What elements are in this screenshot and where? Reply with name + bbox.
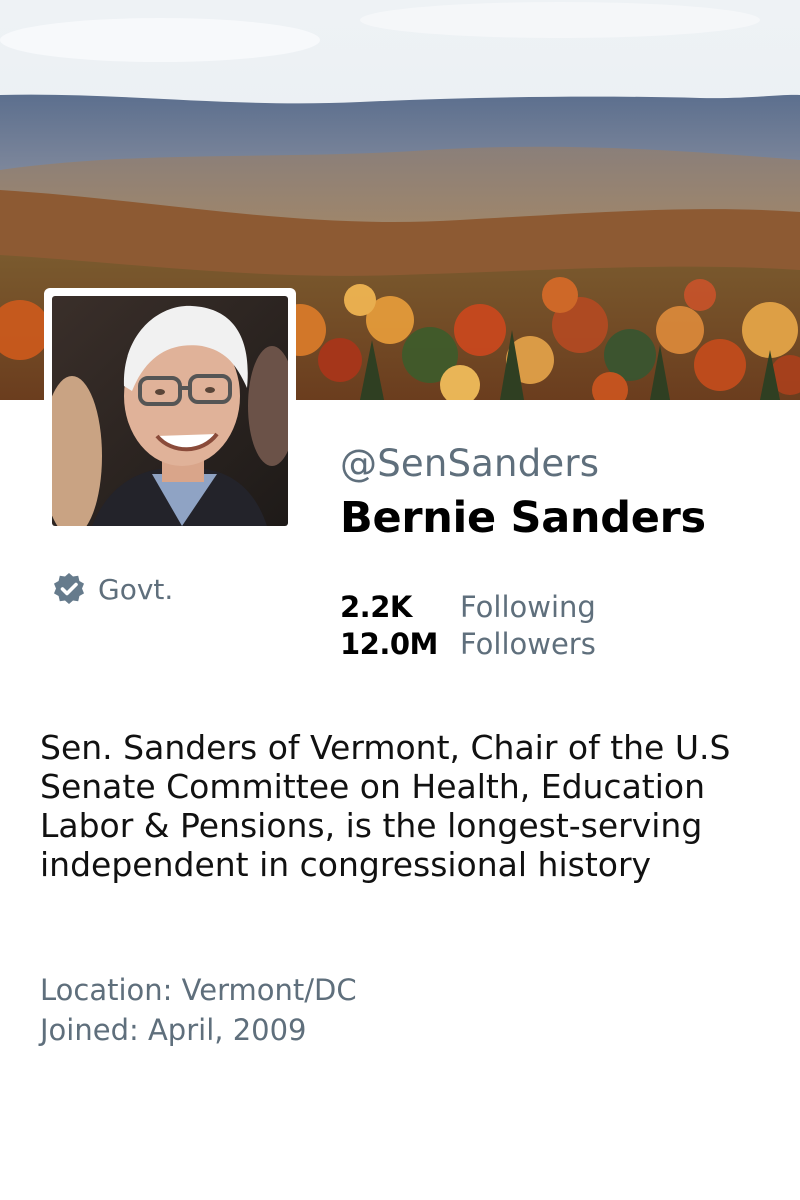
profile-photo-icon	[52, 296, 288, 526]
avatar[interactable]	[44, 288, 296, 534]
profile-name: Bernie Sanders	[340, 493, 706, 543]
badge-label: Govt.	[98, 572, 174, 606]
verified-badge-icon	[54, 573, 84, 604]
profile-meta: Location: Vermont/DC Joined: April, 2009	[40, 970, 357, 1050]
profile-bio: Sen. Sanders of Vermont, Chair of the U.…	[40, 728, 731, 884]
followers-stat[interactable]: 12.0M Followers	[340, 627, 596, 664]
profile-stats: 2.2K Following 12.0M Followers	[340, 590, 596, 664]
profile-location: Location: Vermont/DC	[40, 973, 357, 1007]
profile-handle: @SenSanders	[340, 442, 600, 485]
followers-label: Followers	[460, 627, 596, 661]
followers-count: 12.0M	[340, 627, 438, 661]
profile-card: @SenSanders Bernie Sanders Govt. 2.2K Fo…	[0, 0, 800, 1200]
following-stat[interactable]: 2.2K Following	[340, 590, 596, 627]
profile-joined: Joined: April, 2009	[40, 1013, 307, 1047]
govt-badge: Govt.	[52, 572, 173, 606]
following-count: 2.2K	[340, 590, 412, 624]
following-label: Following	[460, 590, 596, 624]
